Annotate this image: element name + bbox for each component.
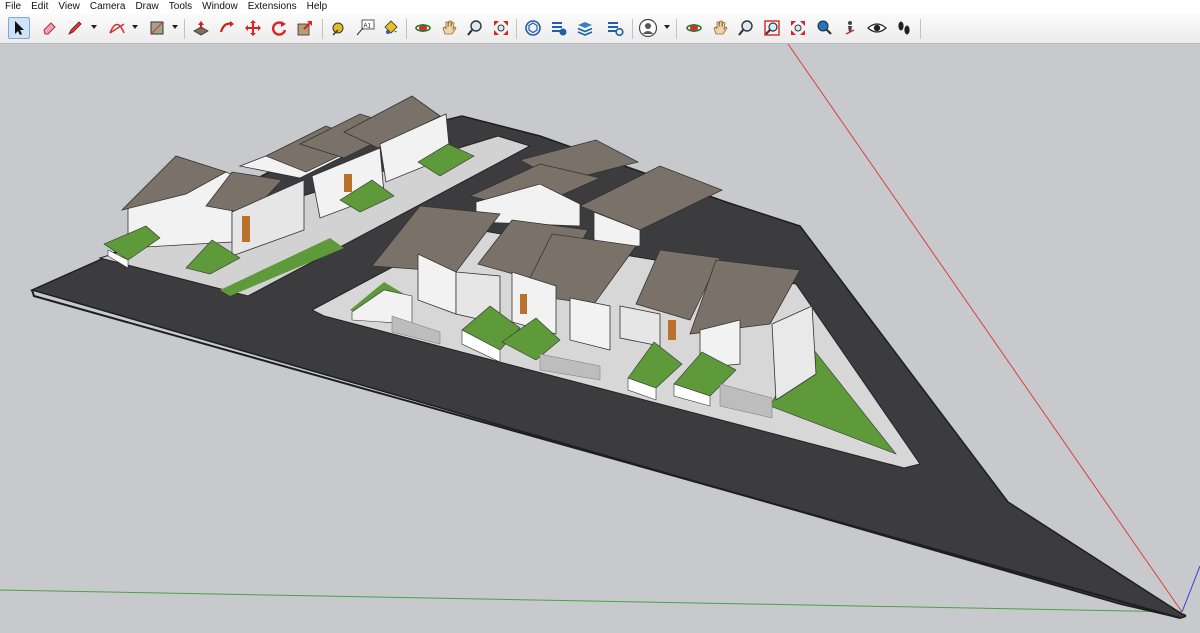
extension-manager-button[interactable] xyxy=(604,17,626,39)
menu-window[interactable]: Window xyxy=(197,0,243,14)
eraser-tool-button[interactable] xyxy=(38,17,60,39)
3d-model-scene xyxy=(0,44,1200,619)
menu-file[interactable]: File xyxy=(0,0,26,14)
shape-dropdown-arrow[interactable] xyxy=(172,25,178,29)
move-icon xyxy=(245,20,261,36)
arc-tool-button[interactable] xyxy=(106,17,128,39)
zoom-tool-button[interactable] xyxy=(464,17,486,39)
zoom-window-icon xyxy=(764,20,780,36)
pan-icon xyxy=(442,20,457,35)
toolbar-separator xyxy=(632,19,633,39)
follow-me-icon xyxy=(219,21,234,33)
pan-icon xyxy=(713,20,728,35)
scale-tool-button[interactable] xyxy=(294,17,316,39)
toolbar-separator xyxy=(406,19,407,39)
layout-button[interactable] xyxy=(574,17,596,39)
arc-dropdown-arrow[interactable] xyxy=(132,25,138,29)
menu-draw[interactable]: Draw xyxy=(130,0,163,14)
toolbar-separator xyxy=(322,19,323,39)
menu-edit[interactable]: Edit xyxy=(26,0,53,14)
look-around-button[interactable] xyxy=(866,17,888,39)
position-camera-button[interactable] xyxy=(839,17,861,39)
walk-icon xyxy=(898,21,910,35)
move-tool-button[interactable] xyxy=(242,17,264,39)
previous-view-icon xyxy=(817,20,832,35)
zoom-extents-tool-button[interactable] xyxy=(787,17,809,39)
previous-view-button[interactable] xyxy=(813,17,835,39)
push-pull-tool-button[interactable] xyxy=(190,17,212,39)
line-tool-button[interactable] xyxy=(64,17,86,39)
svg-text:A1: A1 xyxy=(364,24,372,30)
rotate-tool-button[interactable] xyxy=(268,17,290,39)
extension-manager-icon xyxy=(608,22,624,37)
toolbar: A1 xyxy=(0,14,1200,44)
orbit-icon xyxy=(686,24,702,32)
menu-tools[interactable]: Tools xyxy=(164,0,197,14)
text-icon: A1 xyxy=(356,19,375,36)
3d-warehouse-button[interactable] xyxy=(522,17,544,39)
toolbar-separator xyxy=(676,19,677,39)
text-tool-button[interactable]: A1 xyxy=(354,17,376,39)
modeling-viewport[interactable] xyxy=(0,44,1200,633)
walk-button[interactable] xyxy=(893,17,915,39)
toolbar-separator xyxy=(516,19,517,39)
zoom-extents-icon xyxy=(494,21,508,35)
layout-icon xyxy=(577,22,593,36)
account-dropdown-arrow[interactable] xyxy=(664,25,670,29)
push-pull-icon xyxy=(193,21,209,36)
scale-icon xyxy=(297,21,312,36)
extension-warehouse-icon xyxy=(552,22,567,36)
3d-warehouse-icon xyxy=(525,20,541,36)
orbit-tool-button[interactable] xyxy=(412,17,434,39)
select-tool-button[interactable] xyxy=(8,17,30,39)
rotate-icon xyxy=(272,21,287,36)
pencil-line-icon xyxy=(68,21,82,35)
zoom-icon xyxy=(738,20,753,36)
tape-measure-tool-button[interactable] xyxy=(328,17,350,39)
blue-axis xyxy=(1181,565,1200,613)
tape-measure-icon xyxy=(332,22,344,36)
follow-me-tool-button[interactable] xyxy=(216,17,238,39)
account-icon xyxy=(638,18,658,38)
look-around-icon xyxy=(867,23,887,33)
orbit-icon xyxy=(415,24,431,32)
menu-help[interactable]: Help xyxy=(302,0,333,14)
toolbar-separator xyxy=(184,19,185,39)
pan-tool-button[interactable] xyxy=(709,17,731,39)
paint-bucket-icon xyxy=(384,20,398,34)
position-camera-icon xyxy=(845,21,855,35)
zoom-window-tool-button[interactable] xyxy=(761,17,783,39)
toolbar-separator xyxy=(920,19,921,39)
menu-view[interactable]: View xyxy=(53,0,85,14)
green-axis xyxy=(0,589,1183,613)
menu-bar: File Edit View Camera Draw Tools Window … xyxy=(0,0,1200,14)
select-icon xyxy=(15,21,24,35)
pan-tool-button[interactable] xyxy=(438,17,460,39)
zoom-tool-button[interactable] xyxy=(735,17,757,39)
account-button[interactable] xyxy=(637,17,659,39)
menu-camera[interactable]: Camera xyxy=(85,0,131,14)
rectangle-tool-button[interactable] xyxy=(146,17,168,39)
zoom-extents-icon xyxy=(791,21,805,35)
paint-bucket-tool-button[interactable] xyxy=(380,17,402,39)
menu-extensions[interactable]: Extensions xyxy=(243,0,302,14)
zoom-icon xyxy=(467,20,482,36)
extension-warehouse-button[interactable] xyxy=(548,17,570,39)
rectangle-icon xyxy=(150,21,164,35)
line-dropdown-arrow[interactable] xyxy=(91,25,97,29)
eraser-icon xyxy=(43,22,56,35)
arc-icon xyxy=(109,23,125,34)
zoom-extents-tool-button[interactable] xyxy=(490,17,512,39)
orbit-tool-button[interactable] xyxy=(683,17,705,39)
